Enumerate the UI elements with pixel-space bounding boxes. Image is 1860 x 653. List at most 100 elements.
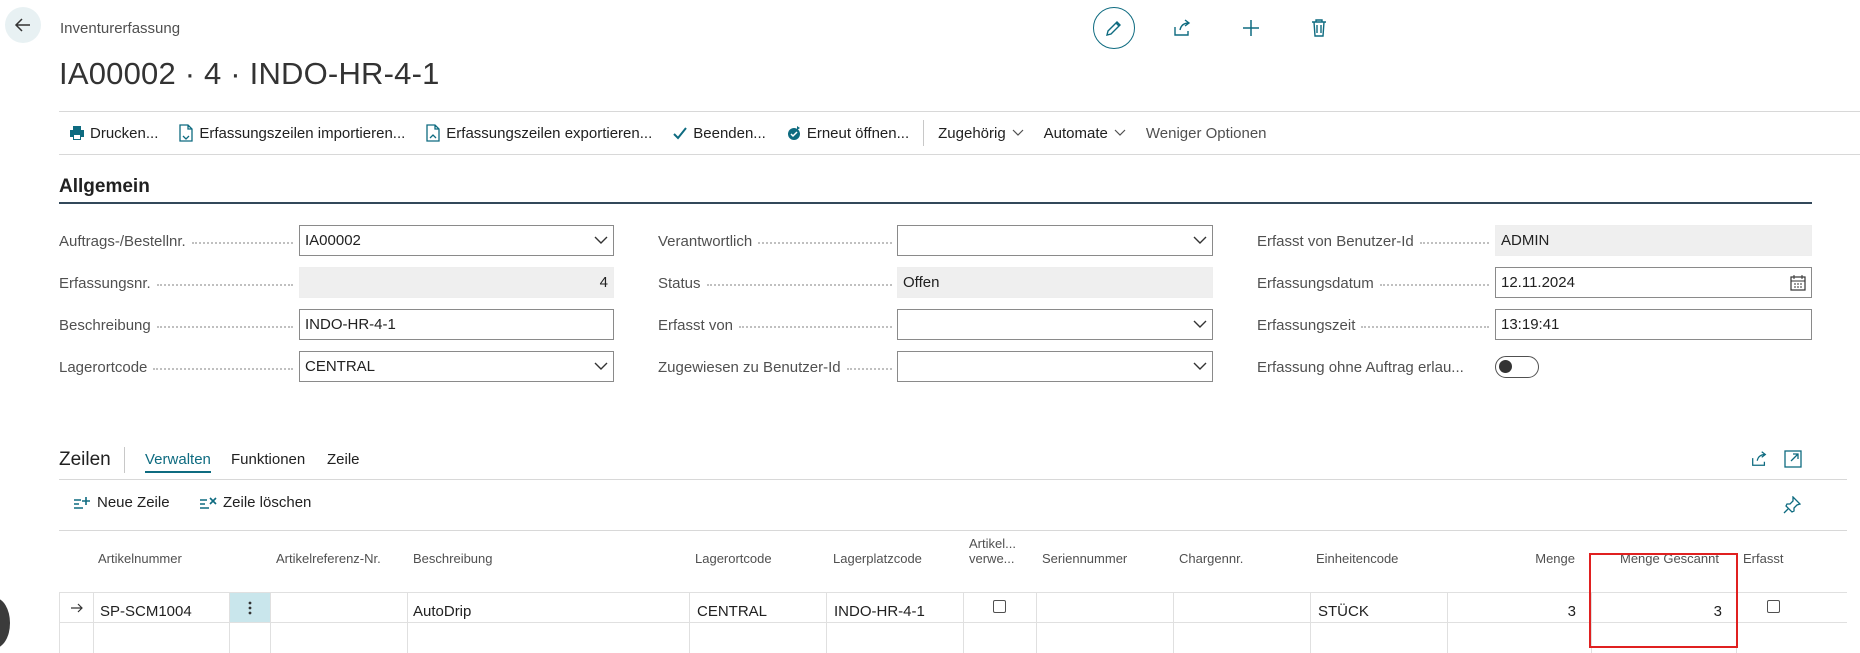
reopen-icon [787, 126, 800, 140]
delete-line-icon [200, 496, 217, 509]
reopen-label: Erneut öffnen... [806, 124, 910, 142]
reopen-action[interactable]: Erneut öffnen... [776, 112, 919, 154]
import-lines-action[interactable]: Erfassungszeilen importieren... [168, 112, 415, 154]
status-label-text: Status [658, 274, 701, 292]
recorded-by-field[interactable] [897, 309, 1213, 340]
column-header-qty[interactable]: Menge [1476, 551, 1575, 566]
time-field[interactable]: 13:19:41 [1495, 309, 1812, 340]
time-label-text: Erfassungszeit [1257, 316, 1356, 334]
without-order-toggle[interactable] [1495, 356, 1539, 378]
column-header-serial[interactable]: Seriennummer [1042, 551, 1127, 566]
general-section-title[interactable]: Allgemein [59, 176, 150, 198]
time-label: Erfassungszeit [1257, 310, 1495, 340]
cell-bin[interactable]: INDO-HR-4-1 [834, 597, 962, 625]
cell-lot[interactable] [1179, 597, 1307, 625]
cell-item-tracked-checkbox[interactable] [993, 600, 1006, 613]
checkmark-icon [673, 127, 688, 140]
order-no-label: Auftrags-/Bestellnr. [59, 226, 299, 256]
automate-menu[interactable]: Automate [1034, 112, 1136, 154]
breadcrumb[interactable]: Inventurerfassung [60, 20, 180, 37]
date-label: Erfassungsdatum [1257, 268, 1495, 298]
cell-item-ref[interactable] [276, 597, 404, 625]
print-action[interactable]: Drucken... [59, 112, 168, 154]
column-header-uom[interactable]: Einheitencode [1316, 551, 1398, 566]
order-no-label-text: Auftrags-/Bestellnr. [59, 232, 186, 250]
lines-expand-button[interactable] [1784, 450, 1802, 473]
column-header-item-tracked-line1: Artikel... [969, 536, 1016, 551]
calendar-icon[interactable] [1790, 274, 1806, 291]
description-field[interactable]: INDO-HR-4-1 [299, 309, 614, 340]
tab-manage[interactable]: Verwalten [145, 451, 211, 473]
checkbox [993, 600, 1006, 613]
new-line-button[interactable]: Neue Zeile [73, 494, 170, 511]
lines-share-button[interactable] [1750, 450, 1768, 473]
column-header-description[interactable]: Beschreibung [413, 551, 493, 566]
chevron-down-icon [1193, 236, 1207, 244]
order-no-value: IA00002 [305, 232, 361, 249]
back-button[interactable] [5, 7, 41, 43]
edit-button[interactable] [1093, 7, 1135, 49]
cell-item-no[interactable]: SP-SCM1004 [100, 597, 228, 625]
column-header-recorded[interactable]: Erfasst [1743, 551, 1783, 566]
pin-button[interactable] [1783, 495, 1802, 519]
row-menu-button[interactable] [230, 593, 270, 622]
row-indicator[interactable] [62, 593, 92, 622]
action-separator [923, 120, 925, 146]
recorded-by-user-label-text: Erfasst von Benutzer-Id [1257, 232, 1414, 250]
print-label: Drucken... [90, 124, 159, 142]
without-order-label: Erfassung ohne Auftrag erlau... [1257, 352, 1495, 382]
finish-label: Beenden... [693, 124, 766, 142]
column-header-location[interactable]: Lagerortcode [695, 551, 772, 566]
recorded-by-user-value: ADMIN [1501, 232, 1550, 249]
recorded-by-label-text: Erfasst von [658, 316, 734, 334]
document-export-icon [426, 124, 440, 142]
chevron-down-icon [594, 236, 608, 244]
chevron-down-icon [1114, 129, 1126, 136]
location-field[interactable]: CENTRAL [299, 351, 614, 382]
tab-functions[interactable]: Funktionen [231, 451, 305, 468]
date-label-text: Erfassungsdatum [1257, 274, 1374, 292]
column-header-item-no[interactable]: Artikelnummer [98, 551, 182, 566]
cell-serial[interactable] [1042, 597, 1170, 625]
delete-line-button[interactable]: Zeile löschen [199, 494, 311, 511]
cell-uom[interactable]: STÜCK [1318, 597, 1446, 625]
date-field[interactable]: 12.11.2024 [1495, 267, 1812, 298]
status-label: Status [658, 268, 898, 298]
order-no-field[interactable]: IA00002 [299, 225, 614, 256]
location-value: CENTRAL [305, 358, 376, 375]
arrow-right-icon [71, 603, 83, 612]
expand-icon [1784, 450, 1802, 468]
description-label: Beschreibung [59, 310, 299, 340]
lines-section-title[interactable]: Zeilen [59, 449, 111, 471]
column-header-lot[interactable]: Chargennr. [1179, 551, 1243, 566]
time-value: 13:19:41 [1501, 316, 1560, 333]
grid-line [59, 592, 1847, 593]
finish-action[interactable]: Beenden... [662, 112, 776, 154]
new-line-icon [74, 496, 90, 509]
related-menu[interactable]: Zugehörig [928, 112, 1034, 154]
cell-qty[interactable]: 3 [1450, 597, 1576, 625]
column-header-bin[interactable]: Lagerplatzcode [833, 551, 922, 566]
lines-title-separator [124, 447, 125, 473]
document-import-icon [179, 124, 194, 142]
fewer-options-action[interactable]: Weniger Optionen [1136, 112, 1277, 154]
column-header-item-tracked[interactable]: Artikel... verwe... [969, 536, 1016, 566]
checkbox [1767, 600, 1780, 613]
tab-line[interactable]: Zeile [327, 451, 360, 468]
responsible-field[interactable] [897, 225, 1213, 256]
cell-location[interactable]: CENTRAL [697, 597, 825, 625]
export-lines-action[interactable]: Erfassungszeilen exportieren... [415, 112, 662, 154]
column-header-item-ref[interactable]: Artikelreferenz-Nr. [276, 551, 381, 566]
share-button[interactable] [1162, 8, 1202, 48]
cell-recorded-checkbox[interactable] [1767, 600, 1780, 613]
delete-button[interactable] [1299, 8, 1339, 48]
cell-description[interactable]: AutoDrip [413, 597, 683, 625]
location-label: Lagerortcode [59, 352, 299, 382]
chevron-down-icon [1193, 320, 1207, 328]
chevron-down-icon [1012, 129, 1024, 136]
plus-icon [1243, 20, 1259, 36]
new-button[interactable] [1231, 8, 1271, 48]
assigned-user-field[interactable] [897, 351, 1213, 382]
avatar[interactable] [0, 598, 10, 648]
grid-line [1310, 592, 1311, 653]
